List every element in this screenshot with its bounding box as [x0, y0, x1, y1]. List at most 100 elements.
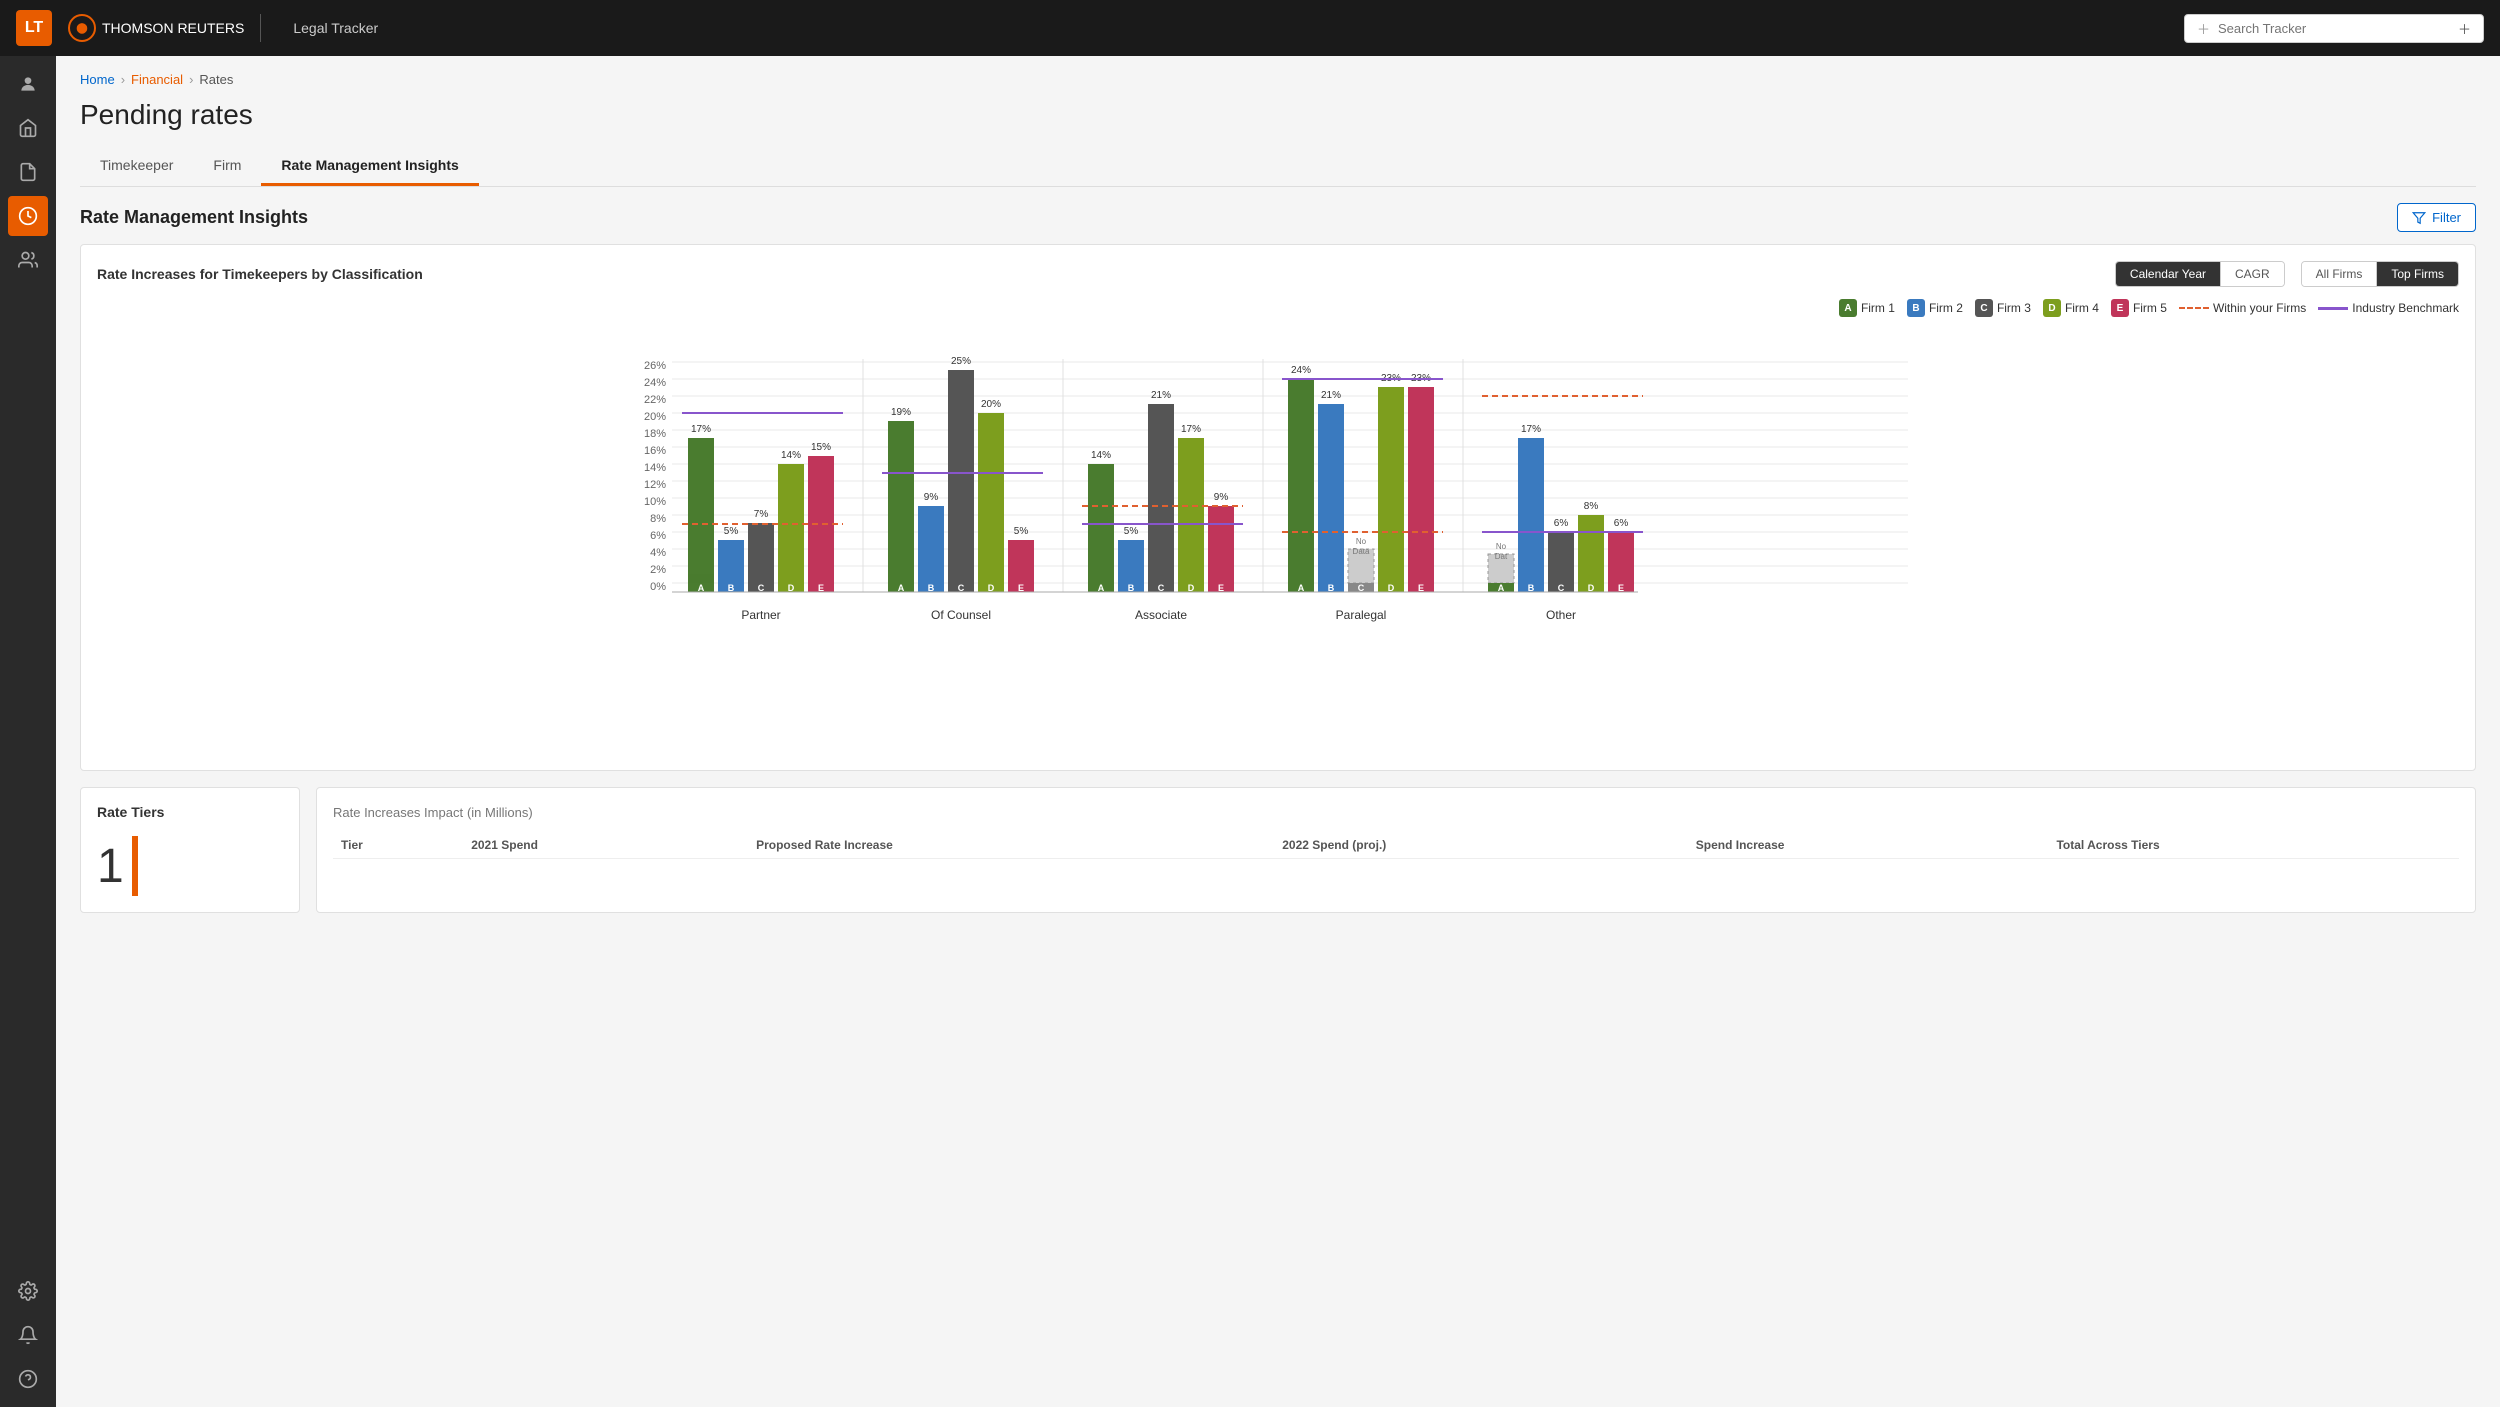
- legend-firm1-box: A: [1839, 299, 1857, 317]
- brand-logo: ⬤ THOMSON REUTERS: [68, 14, 244, 42]
- svg-text:20%: 20%: [981, 399, 1001, 410]
- bar-counsel-c: [948, 370, 974, 583]
- nav-financial[interactable]: [8, 196, 48, 236]
- legend-firm2-box: B: [1907, 299, 1925, 317]
- ctrl-all-firms[interactable]: All Firms: [2302, 262, 2378, 286]
- svg-text:14%: 14%: [644, 462, 666, 474]
- tabs-bar: Timekeeper Firm Rate Management Insights: [80, 147, 2476, 187]
- nav-help[interactable]: [8, 1359, 48, 1399]
- bar-assoc-b: [1118, 540, 1144, 583]
- svg-text:19%: 19%: [891, 407, 911, 418]
- search-bar[interactable]: ＋ ＋: [2184, 14, 2484, 43]
- svg-text:24%: 24%: [1291, 365, 1311, 376]
- nav-home[interactable]: [8, 108, 48, 148]
- bar-partner-a: [688, 438, 714, 583]
- svg-text:21%: 21%: [1321, 390, 1341, 401]
- svg-text:9%: 9%: [1214, 492, 1229, 503]
- svg-text:10%: 10%: [644, 496, 666, 508]
- breadcrumb-home[interactable]: Home: [80, 72, 115, 87]
- bar-para-e: [1408, 387, 1434, 583]
- svg-text:22%: 22%: [644, 394, 666, 406]
- firm-controls: All Firms Top Firms: [2301, 261, 2459, 287]
- legend-benchmark: Industry Benchmark: [2318, 301, 2459, 315]
- col-2022-spend: 2022 Spend (proj.): [1274, 832, 1687, 859]
- chart-title: Rate Increases for Timekeepers by Classi…: [97, 266, 423, 282]
- svg-text:No: No: [1496, 542, 1507, 551]
- svg-text:4%: 4%: [650, 547, 666, 559]
- bar-para-a: [1288, 379, 1314, 583]
- bar-assoc-d: [1178, 438, 1204, 583]
- svg-text:16%: 16%: [644, 445, 666, 457]
- chart-controls: Calendar Year CAGR All Firms Top Firms: [2107, 261, 2459, 287]
- ctrl-cagr[interactable]: CAGR: [2221, 262, 2284, 286]
- col-tier: Tier: [333, 832, 463, 859]
- app-badge: LT: [16, 10, 52, 46]
- bar-para-b: [1318, 404, 1344, 583]
- main-content: Home › Financial › Rates Pending rates T…: [56, 56, 2500, 1407]
- brand-name: THOMSON REUTERS: [102, 20, 244, 36]
- tr-icon: ⬤: [68, 14, 96, 42]
- bar-other-d: [1578, 515, 1604, 583]
- legend-firm3: C Firm 3: [1975, 299, 2031, 317]
- nav-user[interactable]: [8, 64, 48, 104]
- svg-text:8%: 8%: [650, 513, 666, 525]
- tab-rate-management[interactable]: Rate Management Insights: [261, 147, 478, 186]
- svg-text:12%: 12%: [644, 479, 666, 491]
- ctrl-calendar-year[interactable]: Calendar Year: [2116, 262, 2221, 286]
- bar-counsel-a: [888, 421, 914, 583]
- time-controls: Calendar Year CAGR: [2115, 261, 2285, 287]
- svg-text:6%: 6%: [1614, 518, 1629, 529]
- legend-firm4-label: Firm 4: [2065, 301, 2099, 315]
- tab-timekeeper[interactable]: Timekeeper: [80, 147, 193, 186]
- svg-text:0%: 0%: [650, 581, 666, 593]
- bar-partner-e: [808, 456, 834, 583]
- bar-assoc-e: [1208, 506, 1234, 583]
- legend-firm5-box: E: [2111, 299, 2129, 317]
- rate-tiers-card: Rate Tiers 1: [80, 787, 300, 913]
- legend-within: Within your Firms: [2179, 301, 2306, 315]
- impact-title: Rate Increases Impact (in Millions): [333, 804, 2459, 820]
- filter-button[interactable]: Filter: [2397, 203, 2476, 232]
- nav-people[interactable]: [8, 240, 48, 280]
- svg-text:14%: 14%: [781, 450, 801, 461]
- col-spend-increase: Spend Increase: [1688, 832, 2049, 859]
- svg-text:Data: Data: [1353, 547, 1370, 556]
- bottom-row: Rate Tiers 1 Rate Increases Impact (in M…: [80, 787, 2476, 913]
- bar-counsel-b: [918, 506, 944, 583]
- col-total-across: Total Across Tiers: [2048, 832, 2459, 859]
- breadcrumb-current: Rates: [199, 72, 233, 87]
- tab-firm[interactable]: Firm: [193, 147, 261, 186]
- svg-text:6%: 6%: [650, 530, 666, 542]
- nav-notifications[interactable]: [8, 1315, 48, 1355]
- svg-text:17%: 17%: [1521, 424, 1541, 435]
- svg-text:7%: 7%: [754, 509, 769, 520]
- chart-header: Rate Increases for Timekeepers by Classi…: [97, 261, 2459, 287]
- bar-other-e: [1608, 532, 1634, 583]
- impact-subtitle: (in Millions): [467, 805, 533, 820]
- section-header: Rate Management Insights Filter: [80, 203, 2476, 232]
- bar-chart-container: 26% 24% 22% 20% 18% 16% 14% 12% 10% 8% 6…: [97, 329, 2459, 754]
- legend-firm5-label: Firm 5: [2133, 301, 2167, 315]
- breadcrumb-sep-1: ›: [121, 72, 125, 87]
- svg-text:5%: 5%: [1014, 526, 1029, 537]
- breadcrumb-sep-2: ›: [189, 72, 193, 87]
- impact-table-header: Tier 2021 Spend Proposed Rate Increase 2…: [333, 832, 2459, 859]
- nav-document[interactable]: [8, 152, 48, 192]
- bar-para-d: [1378, 387, 1404, 583]
- svg-text:Partner: Partner: [741, 608, 780, 622]
- nav-settings[interactable]: [8, 1271, 48, 1311]
- ctrl-top-firms[interactable]: Top Firms: [2377, 262, 2458, 286]
- breadcrumb-financial[interactable]: Financial: [131, 72, 183, 87]
- filter-icon: [2412, 211, 2426, 225]
- svg-text:5%: 5%: [1124, 526, 1139, 537]
- impact-table: Tier 2021 Spend Proposed Rate Increase 2…: [333, 832, 2459, 859]
- rate-tiers-bar: [132, 836, 138, 896]
- svg-text:8%: 8%: [1584, 501, 1599, 512]
- bar-partner-b: [718, 540, 744, 583]
- bar-other-c: [1548, 532, 1574, 583]
- svg-text:Dat: Dat: [1495, 552, 1508, 561]
- filter-label: Filter: [2432, 210, 2461, 225]
- col-proposed-rate: Proposed Rate Increase: [748, 832, 1274, 859]
- legend-firm1-label: Firm 1: [1861, 301, 1895, 315]
- search-input[interactable]: [2218, 21, 2450, 36]
